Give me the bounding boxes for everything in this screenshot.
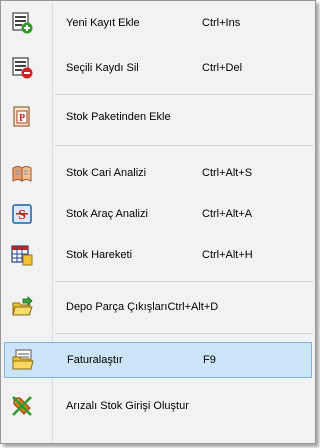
menu-item-shortcut: Ctrl+Ins — [202, 17, 241, 29]
faulty-stock-icon — [11, 395, 33, 417]
menu-item-delete-record[interactable]: Seçili Kaydı Sil Ctrl+Del — [4, 50, 312, 86]
menu-item-stock-vehicle-analysis[interactable]: S Stok Araç Analizi Ctrl+Alt+A — [4, 196, 312, 232]
stock-movement-icon — [11, 244, 33, 266]
menu-item-stock-package[interactable]: P Stok Paketinden Ekle — [4, 99, 312, 135]
menu-item-shortcut: Ctrl+Alt+H — [202, 249, 253, 261]
stock-account-analysis-icon — [11, 162, 33, 184]
menu-item-stock-account-analysis[interactable]: Stok Cari Analizi Ctrl+Alt+S — [4, 155, 312, 191]
menu-item-shortcut: Ctrl+Del — [202, 62, 243, 74]
delete-record-icon — [11, 57, 33, 79]
menu-item-shortcut: Ctrl+Alt+S — [202, 167, 253, 179]
svg-text:P: P — [19, 113, 25, 124]
menu-item-label: Seçili Kaydı Sil — [66, 62, 139, 74]
menu-item-warehouse-parts[interactable]: Depo Parça ÇıkışlarıCtrl+Alt+D — [4, 289, 312, 325]
warehouse-parts-icon — [11, 296, 33, 318]
menu-item-invoice[interactable]: Faturalaştır F9 — [4, 342, 312, 378]
menu-separator — [55, 333, 313, 334]
menu-item-stock-movement[interactable]: Stok Hareketi Ctrl+Alt+H — [4, 237, 312, 273]
invoice-icon — [12, 349, 34, 371]
stock-package-icon: P — [11, 106, 33, 128]
menu-item-faulty-stock[interactable]: Arızalı Stok Girişi Oluştur — [4, 388, 312, 424]
menu-item-label: Yeni Kayıt Ekle — [66, 17, 140, 29]
menu-separator — [55, 94, 313, 95]
context-menu: Yeni Kayıt Ekle Ctrl+Ins Seçili Kaydı Si… — [0, 0, 316, 444]
svg-text:S: S — [18, 208, 26, 223]
menu-item-add-record[interactable]: Yeni Kayıt Ekle Ctrl+Ins — [4, 5, 312, 41]
menu-item-shortcut: F9 — [203, 354, 216, 366]
menu-item-label: Stok Cari Analizi — [66, 167, 147, 179]
menu-item-label: Stok Paketinden Ekle — [66, 111, 171, 123]
menu-separator — [55, 145, 313, 146]
menu-item-label: Stok Araç Analizi — [66, 208, 148, 220]
menu-item-label: Stok Hareketi — [66, 249, 133, 261]
add-record-icon — [11, 12, 33, 34]
menu-separator — [55, 281, 313, 282]
stock-vehicle-analysis-icon: S — [11, 203, 33, 225]
menu-item-label: Arızalı Stok Girişi Oluştur — [66, 400, 189, 412]
menu-item-shortcut: Ctrl+Alt+A — [202, 208, 253, 220]
menu-item-label: Faturalaştır — [67, 354, 123, 366]
menu-item-label: Depo Parça ÇıkışlarıCtrl+Alt+D — [66, 301, 219, 313]
